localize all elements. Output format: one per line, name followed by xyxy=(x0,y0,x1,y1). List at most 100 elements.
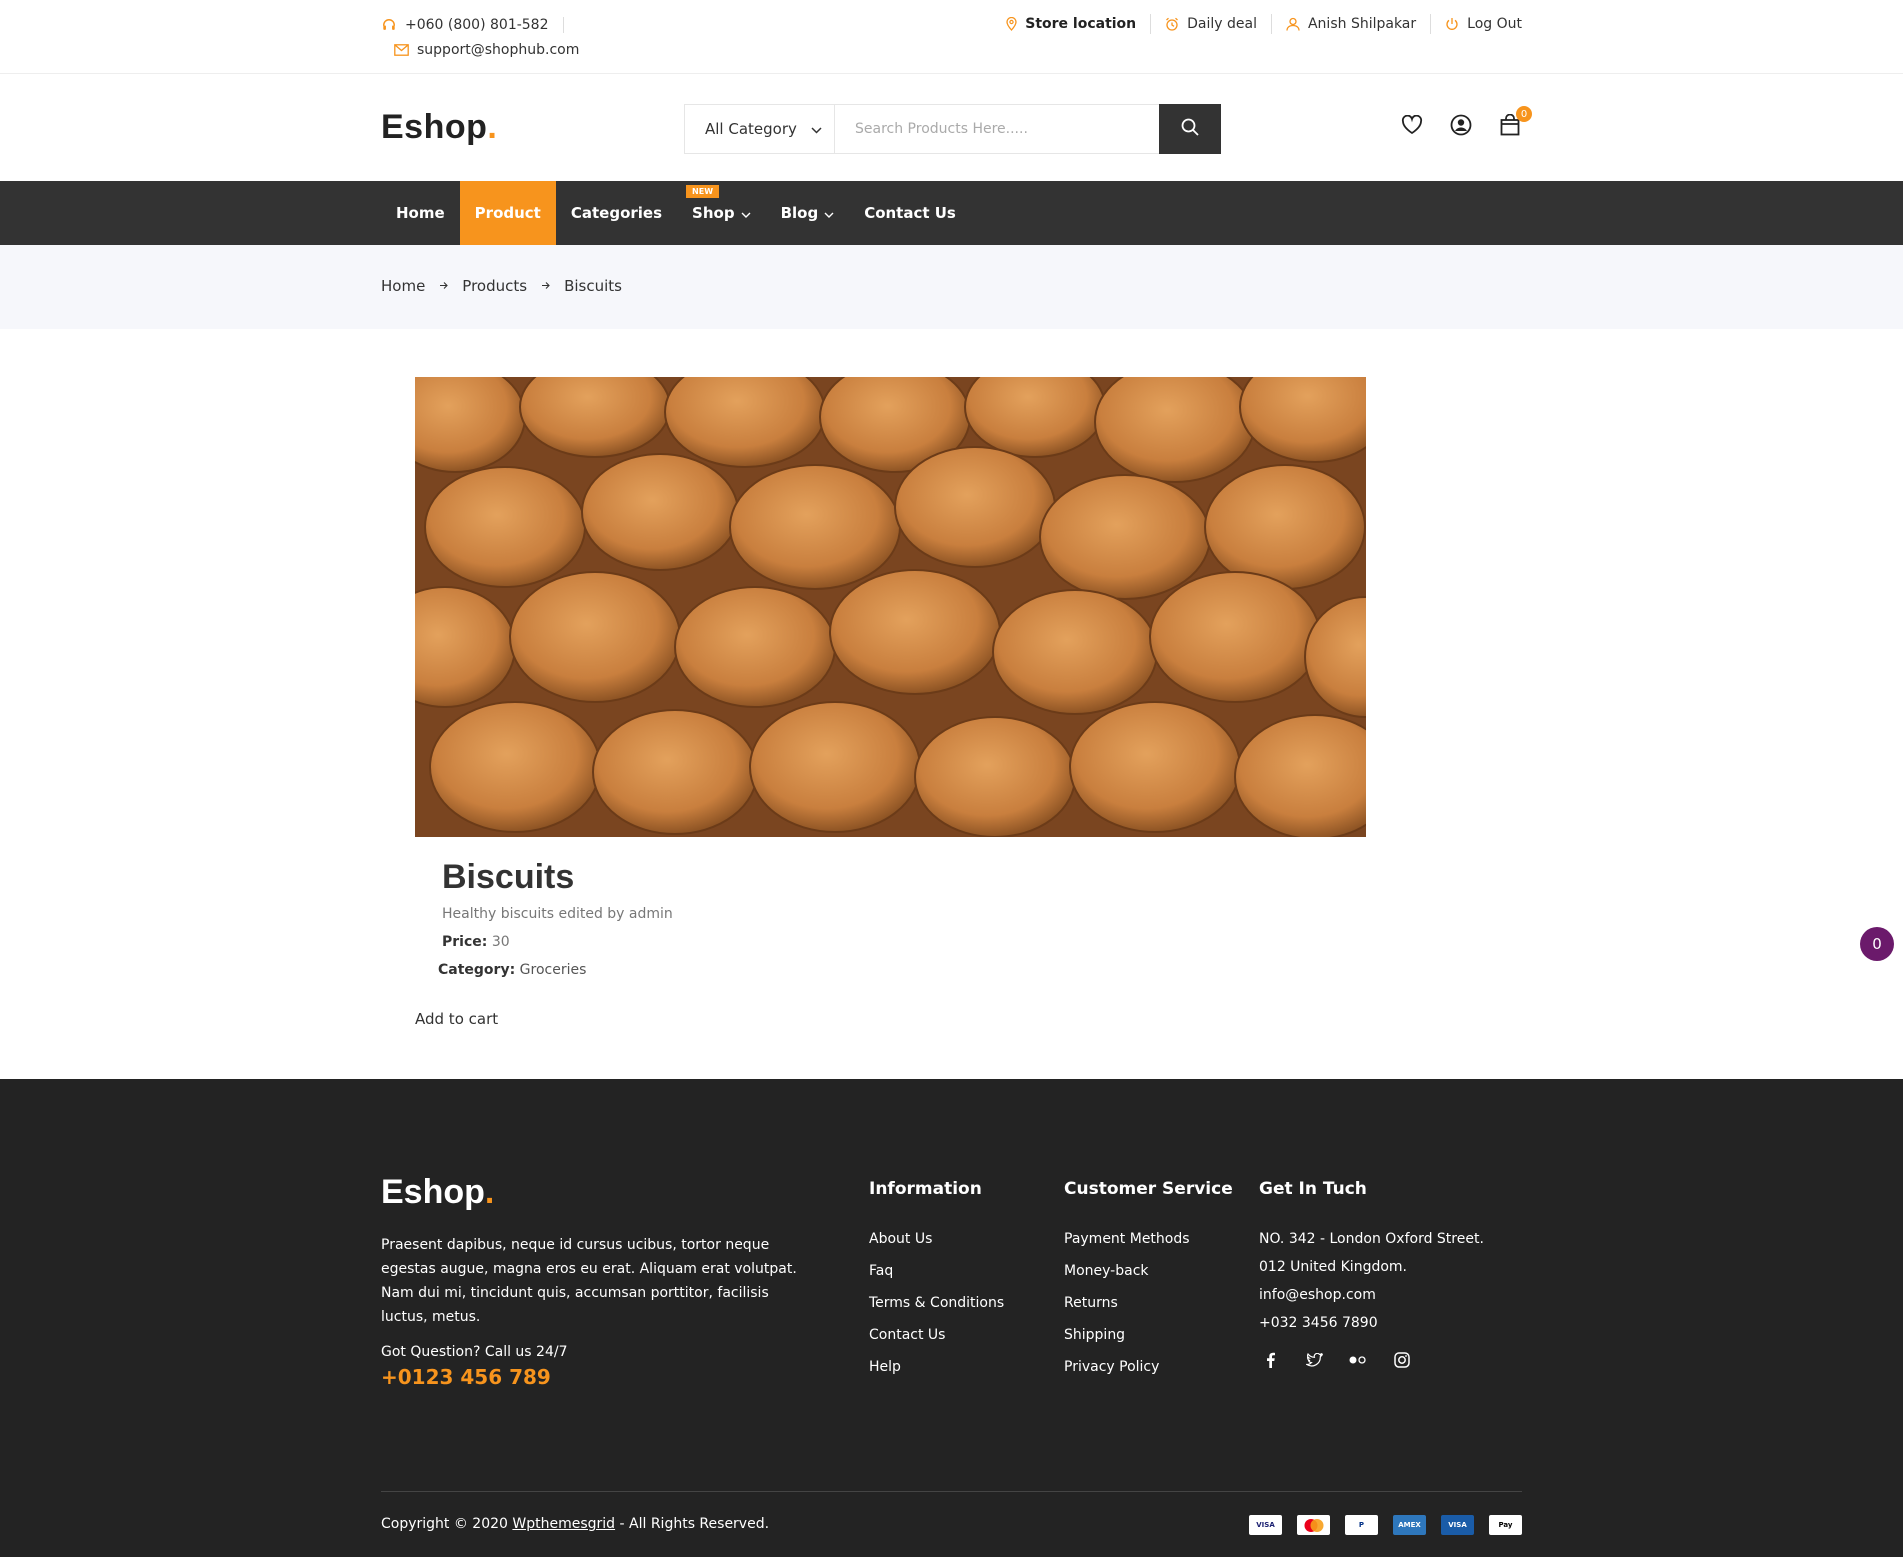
price-label: Price: xyxy=(442,934,488,950)
footer-information: Information About Us Faq Terms & Conditi… xyxy=(869,1179,1004,1389)
footer-phone[interactable]: +0123 456 789 xyxy=(381,1365,551,1389)
paypal-icon: P xyxy=(1345,1515,1378,1535)
footer-heading: Get In Tuch xyxy=(1259,1179,1367,1199)
topbar: +060 (800) 801-582 support@shophub.com S… xyxy=(0,0,1903,74)
american-express-icon: AMEX xyxy=(1393,1515,1426,1535)
logo[interactable]: Eshop. xyxy=(381,108,497,147)
divider xyxy=(562,17,564,33)
add-to-cart-button[interactable]: Add to cart xyxy=(415,1010,498,1028)
logo-dot: . xyxy=(487,108,498,146)
user-name: Anish Shilpakar xyxy=(1307,16,1417,32)
nav-item-shop[interactable]: NEW Shop xyxy=(677,181,766,245)
chevron-down-icon xyxy=(824,204,834,222)
daily-deal-link[interactable]: Daily deal xyxy=(1151,14,1272,34)
footer-address: NO. 342 - London Oxford Street. xyxy=(1259,1231,1484,1247)
product-title: Biscuits xyxy=(442,858,575,896)
footer-link-payment[interactable]: Payment Methods xyxy=(1064,1229,1233,1261)
footer-email[interactable]: info@eshop.com xyxy=(1259,1285,1484,1313)
payment-methods: VISA P AMEX VISA Pay xyxy=(1249,1515,1522,1535)
main-nav: Home Product Categories NEW Shop Blog Co… xyxy=(0,181,1903,245)
nav-item-categories[interactable]: Categories xyxy=(556,181,677,245)
instagram-icon[interactable] xyxy=(1391,1349,1413,1371)
search-bar: All Category Search Products Here..... xyxy=(684,104,1221,154)
floating-cart-badge[interactable]: 0 xyxy=(1860,927,1894,961)
twitter-icon[interactable] xyxy=(1303,1349,1325,1371)
header-icons: 0 xyxy=(1399,106,1532,139)
footer-link-faq[interactable]: Faq xyxy=(869,1261,1004,1293)
footer-about: Praesent dapibus, neque id cursus ucibus… xyxy=(381,1237,797,1325)
cart-count-badge: 0 xyxy=(1516,106,1532,122)
nav-item-label: Shop xyxy=(692,204,735,222)
visa-icon: VISA xyxy=(1249,1515,1282,1535)
footer-link-moneyback[interactable]: Money-back xyxy=(1064,1261,1233,1293)
copyright-suffix: - All Rights Reserved. xyxy=(615,1516,770,1532)
nav-item-home[interactable]: Home xyxy=(381,181,460,245)
footer-heading: Information xyxy=(869,1179,982,1199)
search-input[interactable]: Search Products Here..... xyxy=(835,105,1159,153)
topbar-phone: +060 (800) 801-582 xyxy=(405,17,549,33)
nav-item-blog[interactable]: Blog xyxy=(766,181,850,245)
price-value: 30 xyxy=(491,934,510,950)
nav-item-label: Home xyxy=(396,204,445,222)
category-label: Category: xyxy=(438,962,516,978)
visa-icon: VISA xyxy=(1441,1515,1474,1535)
store-location-label: Store location xyxy=(1025,16,1137,32)
footer-link-about[interactable]: About Us xyxy=(869,1229,1004,1261)
power-icon xyxy=(1445,17,1459,31)
heart-icon xyxy=(1401,114,1423,139)
breadcrumb: Home Products Biscuits xyxy=(0,245,1903,329)
nav-item-product[interactable]: Product xyxy=(459,181,556,245)
cart-button[interactable]: 0 xyxy=(1497,106,1532,139)
alarm-clock-icon xyxy=(1165,17,1179,31)
nav-item-label: Categories xyxy=(570,204,663,222)
chevron-down-icon xyxy=(811,120,822,138)
footer-link-privacy[interactable]: Privacy Policy xyxy=(1064,1357,1233,1389)
map-pin-icon xyxy=(1006,17,1017,31)
footer-link-terms[interactable]: Terms & Conditions xyxy=(869,1293,1004,1325)
footer-heading: Customer Service xyxy=(1064,1179,1233,1199)
user-icon xyxy=(1286,17,1300,31)
nav-item-contact[interactable]: Contact Us xyxy=(849,181,971,245)
category-value: Groceries xyxy=(519,962,587,978)
footer-country: 012 United Kingdom. xyxy=(1259,1259,1407,1275)
footer-divider xyxy=(381,1491,1522,1492)
copyright: Copyright © 2020 Wpthemesgrid - All Righ… xyxy=(381,1516,769,1532)
footer-question: Got Question? Call us 24/7 xyxy=(381,1344,568,1360)
logout-link[interactable]: Log Out xyxy=(1431,14,1522,34)
search-icon xyxy=(1181,118,1199,140)
copyright-prefix: Copyright © 2020 xyxy=(381,1516,513,1532)
footer: Eshop. Praesent dapibus, neque id cursus… xyxy=(0,1079,1903,1557)
facebook-icon[interactable] xyxy=(1259,1349,1281,1371)
footer-link-contact[interactable]: Contact Us xyxy=(869,1325,1004,1357)
category-select[interactable]: All Category xyxy=(685,105,835,153)
footer-link-shipping[interactable]: Shipping xyxy=(1064,1325,1233,1357)
wishlist-button[interactable] xyxy=(1399,114,1424,139)
footer-get-in-touch: Get In Tuch NO. 342 - London Oxford Stre… xyxy=(1259,1179,1484,1371)
footer-link-returns[interactable]: Returns xyxy=(1064,1293,1233,1325)
footer-logo[interactable]: Eshop. xyxy=(381,1173,494,1212)
account-button[interactable] xyxy=(1448,114,1473,139)
store-location-link[interactable]: Store location xyxy=(992,14,1152,34)
footer-logo-dot: . xyxy=(484,1173,495,1211)
breadcrumb-current: Biscuits xyxy=(564,277,622,295)
chevron-down-icon xyxy=(741,204,751,222)
topbar-contact: +060 (800) 801-582 support@shophub.com xyxy=(381,14,579,61)
breadcrumb-products[interactable]: Products xyxy=(462,277,527,295)
apple-pay-icon: Pay xyxy=(1489,1515,1522,1535)
new-badge: NEW xyxy=(686,185,720,198)
breadcrumb-home[interactable]: Home xyxy=(381,277,425,295)
user-account-link[interactable]: Anish Shilpakar xyxy=(1272,14,1432,34)
flickr-icon[interactable] xyxy=(1347,1349,1369,1371)
social-links xyxy=(1259,1349,1484,1371)
footer-link-help[interactable]: Help xyxy=(869,1357,1004,1389)
copyright-link[interactable]: Wpthemesgrid xyxy=(512,1516,615,1532)
topbar-email[interactable]: support@shophub.com xyxy=(417,42,579,58)
footer-contact-phone[interactable]: +032 3456 7890 xyxy=(1259,1313,1484,1341)
nav-item-label: Product xyxy=(474,204,541,222)
footer-customer-service: Customer Service Payment Methods Money-b… xyxy=(1064,1179,1233,1389)
nav-item-label: Blog xyxy=(780,204,819,222)
category-select-value: All Category xyxy=(705,120,797,138)
product-description: Healthy biscuits edited by admin xyxy=(442,906,673,922)
search-button[interactable] xyxy=(1159,104,1221,154)
footer-logo-text: Eshop xyxy=(381,1173,485,1211)
